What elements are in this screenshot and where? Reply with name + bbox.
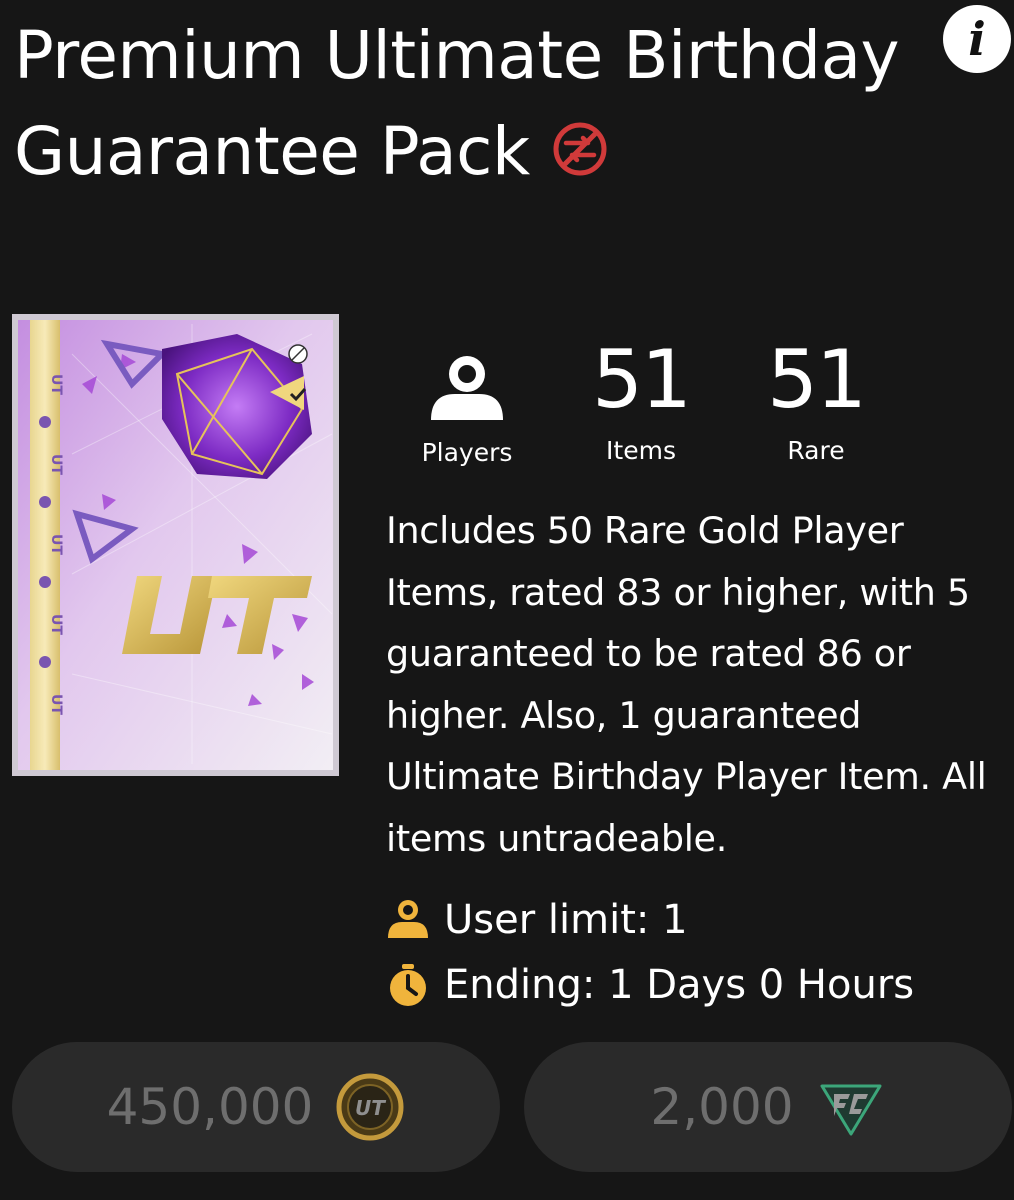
no-trade-icon <box>553 122 607 176</box>
user-limit-row: User limit: 1 <box>386 895 688 945</box>
ending-text: Ending: 1 Days 0 Hours <box>444 962 915 1008</box>
items-label: Items <box>606 436 676 465</box>
players-label: Players <box>421 438 513 467</box>
stopwatch-icon <box>390 964 426 1006</box>
user-limit-text: User limit: 1 <box>444 897 688 943</box>
pack-side-label-1: UT <box>48 374 64 395</box>
pack-side-label-5: UT <box>48 694 64 715</box>
pack-description: Includes 50 Rare Gold Player Items, rate… <box>386 509 987 860</box>
ending-row: Ending: 1 Days 0 Hours <box>386 960 914 1010</box>
rare-label: Rare <box>787 436 845 465</box>
pack-side-label-3: UT <box>48 534 64 555</box>
pack-side-label-4: UT <box>48 614 64 635</box>
items-count: 51 <box>592 333 692 426</box>
pack-side-label-2: UT <box>48 454 64 475</box>
person-icon <box>431 356 503 420</box>
pack-image: UT UT UT UT UT <box>12 314 339 776</box>
coin-ut-label: UT <box>355 1096 386 1120</box>
info-icon[interactable]: i <box>943 5 1011 73</box>
points-price: 2,000 <box>650 1078 794 1136</box>
rare-stat: 51 Rare <box>756 340 876 466</box>
coins-price: 450,000 <box>106 1078 314 1136</box>
buy-with-points-button[interactable]: 2,000 <box>524 1042 1012 1172</box>
rare-count: 51 <box>767 333 867 426</box>
fc-points-icon <box>820 1084 882 1136</box>
pack-title: Premium Ultimate Birthday Guarantee Pack <box>14 8 914 200</box>
ut-coin-icon: UT <box>336 1073 404 1141</box>
items-stat: 51 Items <box>581 340 701 466</box>
user-limit-icon <box>388 900 428 938</box>
pack-title-text: Premium Ultimate Birthday Guarantee Pack <box>14 17 900 190</box>
players-stat: Players <box>405 340 529 468</box>
buy-with-coins-button[interactable]: 450,000 UT <box>12 1042 500 1172</box>
